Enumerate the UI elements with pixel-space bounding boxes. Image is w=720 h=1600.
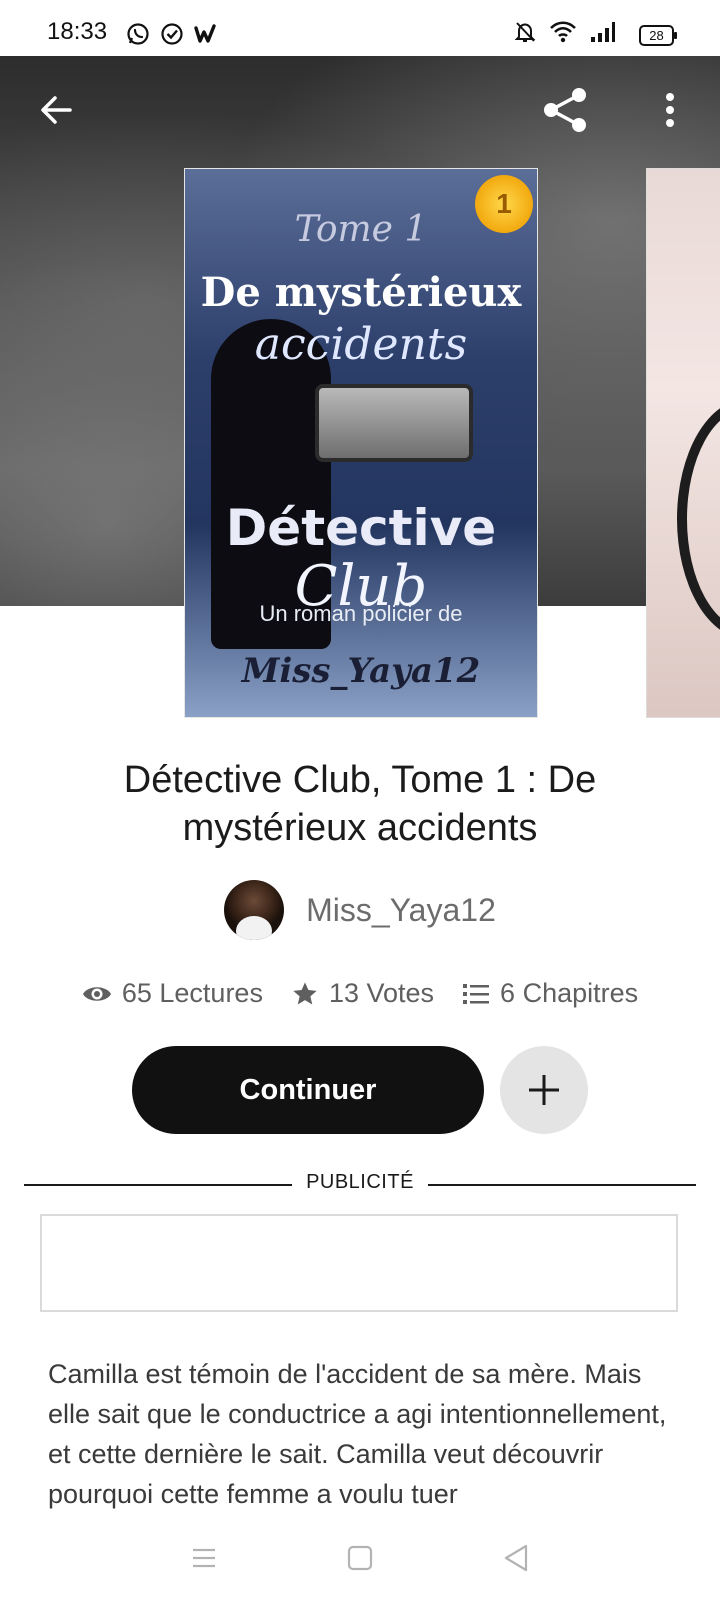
reads-count: 65 Lectures [121,978,263,1008]
back-triangle-icon [504,1544,528,1571]
continue-reading-button[interactable]: Continuer [132,1046,484,1134]
stat-votes: 13 Votes [291,978,434,1009]
book-title: Détective Club, Tome 1 : De mystérieux a… [123,759,597,849]
system-nav-bar [0,1520,720,1600]
status-time: 18:33 [47,18,108,45]
author-name[interactable]: Miss_Yaya12 [306,892,496,929]
stat-reads: 65 Lectures [82,978,263,1009]
eye-icon [82,986,111,1001]
plus-icon [529,1075,559,1105]
ad-slot[interactable] [40,1214,678,1312]
book-stats: 65 Lectures 13 Votes 6 Chapitres [0,978,720,1009]
list-icon [463,983,490,1004]
more-vert-icon [666,93,674,127]
back-nav-button[interactable] [502,1543,530,1578]
cover-author-text: Miss_Yaya12 [241,651,481,691]
wattpad-icon [194,22,220,46]
whatsapp-icon [126,22,150,46]
next-cover-art [677,399,720,639]
home-square-icon [347,1545,373,1570]
cover-detective-text: Détective [225,499,497,557]
status-notification-icons [126,22,220,46]
chapters-count: 6 Chapitres [500,978,639,1008]
votes-count: 13 Votes [328,978,435,1008]
star-icon [293,981,317,1004]
home-nav-button[interactable] [346,1544,374,1577]
bell-off-icon [514,20,536,49]
share-icon [544,88,586,132]
add-to-library-button[interactable] [500,1046,588,1134]
author-row[interactable]: Miss_Yaya12 [0,880,720,940]
next-book-cover[interactable] [646,168,720,718]
book-description: Camilla est témoin de l'accident de sa m… [48,1359,667,1509]
author-avatar[interactable] [224,880,285,940]
ad-label: PUBLICITÉ [292,1171,428,1194]
cover-de-text: De mystérieux [200,269,522,316]
cover-mirror [315,384,473,462]
more-options-button[interactable] [642,82,698,138]
book-cover[interactable]: 1 Tome 1 De mystérieux accidents Détecti… [184,168,538,718]
stat-chapters: 6 Chapitres [462,978,638,1009]
menu-nav-button[interactable] [190,1546,218,1575]
cover-accidents-text: accidents [254,319,468,370]
battery-icon: 28 [639,25,677,46]
cover-tome-text: Tome 1 [294,209,428,250]
wifi-icon [550,21,576,48]
check-circle-icon [160,22,184,46]
share-button[interactable] [538,82,594,138]
back-arrow-icon [41,96,72,124]
back-button[interactable] [28,82,84,138]
signal-icon [590,21,616,48]
cover-subtitle-text: Un roman policier de [259,601,463,626]
menu-icon [193,1548,215,1567]
status-bar: 18:33 28 [0,0,720,56]
